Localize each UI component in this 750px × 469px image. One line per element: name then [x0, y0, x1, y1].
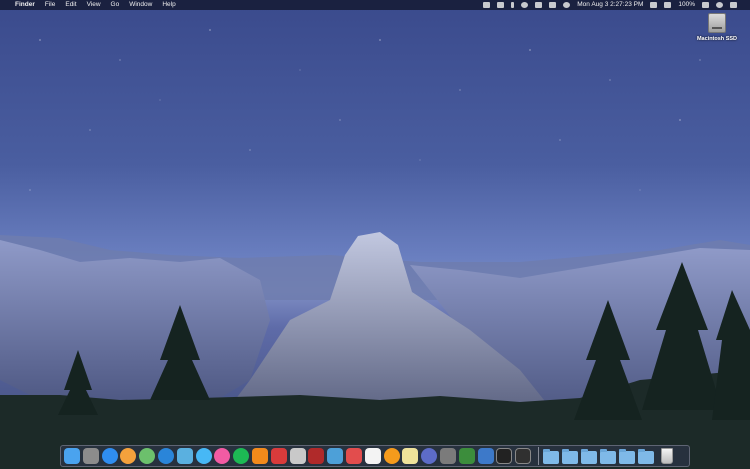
notification-center-icon[interactable]	[730, 2, 737, 8]
menu-bar: Finder File Edit View Go Window Help Mon…	[0, 0, 750, 10]
menu-file[interactable]: File	[45, 0, 55, 10]
folder-6-icon[interactable]	[637, 448, 654, 464]
app-store-icon[interactable]	[101, 448, 118, 464]
gears-app-icon[interactable]	[421, 448, 438, 464]
finder-icon[interactable]	[64, 448, 80, 464]
dropbox-icon[interactable]	[483, 2, 491, 8]
activity-monitor-icon[interactable]	[515, 448, 532, 464]
wallpaper-landscape	[0, 29, 750, 469]
spotify-icon[interactable]	[233, 448, 250, 464]
hard-drive-icon[interactable]	[708, 13, 726, 33]
calendar-icon[interactable]	[364, 448, 381, 464]
folder-5-icon[interactable]	[618, 448, 635, 464]
tunnel-app-icon[interactable]	[308, 448, 325, 464]
utility-icon[interactable]	[439, 448, 456, 464]
bbedit-icon[interactable]	[458, 448, 475, 464]
terminal-icon[interactable]	[496, 448, 513, 464]
dock-separator	[537, 447, 539, 465]
menu-help[interactable]: Help	[162, 0, 175, 10]
battery-icon[interactable]	[702, 2, 709, 8]
ibooks-icon[interactable]	[383, 448, 400, 464]
app-menu-finder[interactable]: Finder	[15, 0, 35, 10]
menu-go[interactable]: Go	[111, 0, 120, 10]
menu-edit[interactable]: Edit	[65, 0, 76, 10]
drive-icon[interactable]	[497, 2, 505, 8]
vlc-icon[interactable]	[251, 448, 268, 464]
flashcard-icon[interactable]	[345, 448, 362, 464]
xcode-icon[interactable]	[477, 448, 494, 464]
dock	[60, 445, 690, 467]
spotlight-search-icon[interactable]	[716, 2, 723, 8]
popcorn-icon[interactable]	[270, 448, 287, 464]
brackets-icon[interactable]	[511, 2, 515, 8]
dolphin-icon[interactable]	[327, 448, 344, 464]
clock[interactable]: Mon Aug 3 2:27:23 PM	[577, 0, 643, 10]
messages-icon[interactable]	[195, 448, 212, 464]
battery-percent[interactable]: 100%	[678, 0, 695, 10]
display-icon[interactable]	[535, 2, 543, 8]
preview-icon[interactable]	[176, 448, 193, 464]
maps-icon[interactable]	[139, 448, 156, 464]
drive-label: Macintosh SSD	[696, 36, 738, 42]
folder-1-icon[interactable]	[542, 448, 559, 464]
desktop-drive-icon[interactable]: Macintosh SSD	[694, 13, 740, 42]
menu-view[interactable]: View	[87, 0, 101, 10]
safari-icon[interactable]	[157, 448, 174, 464]
folder-4-icon[interactable]	[599, 448, 616, 464]
volume-icon[interactable]	[664, 2, 672, 8]
notes-icon[interactable]	[402, 448, 419, 464]
trash-icon[interactable]	[660, 448, 673, 464]
photos-icon[interactable]	[120, 448, 137, 464]
desktop-wallpaper	[0, 0, 750, 469]
status-area: Mon Aug 3 2:27:23 PM 100%	[483, 0, 744, 10]
time-machine-icon[interactable]	[563, 2, 571, 8]
folder-3-icon[interactable]	[580, 448, 597, 464]
airplay-icon[interactable]	[549, 2, 557, 8]
wifi-icon[interactable]	[650, 2, 658, 8]
folder-2-icon[interactable]	[561, 448, 578, 464]
itunes-icon[interactable]	[214, 448, 231, 464]
moon-icon[interactable]	[521, 2, 529, 8]
menu-window[interactable]: Window	[129, 0, 152, 10]
system-preferences-icon[interactable]	[82, 448, 99, 464]
script-editor-icon[interactable]	[289, 448, 306, 464]
